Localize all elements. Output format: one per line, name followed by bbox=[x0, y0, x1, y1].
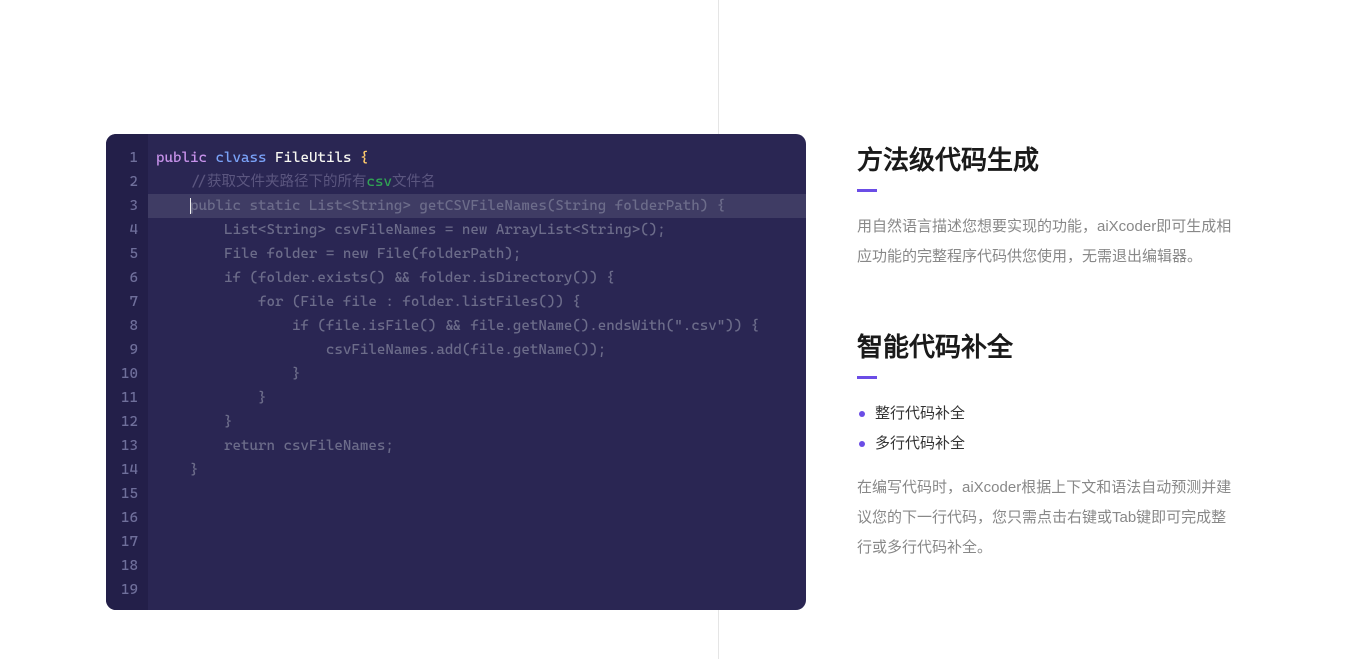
feature-bullets: 整行代码补全 多行代码补全 bbox=[857, 399, 1237, 459]
code-editor[interactable]: 12345678910111213141516171819 public clv… bbox=[106, 134, 806, 610]
title-underline bbox=[857, 189, 877, 192]
keyword-class: clvass bbox=[215, 150, 266, 166]
suggestion-text[interactable]: File folder = new File(folderPath); bbox=[156, 246, 521, 262]
code-line[interactable]: for (File file : folder.listFiles()) { bbox=[156, 290, 806, 314]
line-gutter: 12345678910111213141516171819 bbox=[106, 134, 148, 610]
suggestion-text[interactable]: } bbox=[156, 390, 266, 406]
line-number: 11 bbox=[106, 386, 148, 410]
line-number: 7 bbox=[106, 290, 148, 314]
feature-code-completion: 智能代码补全 整行代码补全 多行代码补全 在编写代码时，aiXcoder根据上下… bbox=[857, 327, 1237, 563]
suggestion-text[interactable]: if (folder.exists() && folder.isDirector… bbox=[156, 270, 615, 286]
line-number: 13 bbox=[106, 434, 148, 458]
suggestion-text[interactable]: for (File file : folder.listFiles()) { bbox=[156, 294, 581, 310]
line-number: 19 bbox=[106, 578, 148, 602]
suggestion-text[interactable]: } bbox=[156, 366, 300, 382]
keyword-public: public bbox=[156, 150, 207, 166]
code-line[interactable]: if (folder.exists() && folder.isDirector… bbox=[156, 266, 806, 290]
suggestion-text[interactable]: csvFileNames.add(file.getName()); bbox=[156, 342, 606, 358]
line-number: 6 bbox=[106, 266, 148, 290]
line-number: 1 bbox=[106, 146, 148, 170]
code-line[interactable]: List<String> csvFileNames = new ArrayLis… bbox=[156, 218, 806, 242]
feature-title: 智能代码补全 bbox=[857, 327, 1237, 364]
line-number: 15 bbox=[106, 482, 148, 506]
comment-highlight: csv bbox=[366, 174, 392, 190]
suggestion-text[interactable]: } bbox=[156, 414, 232, 430]
bullet-item: 整行代码补全 bbox=[857, 399, 1237, 429]
line-number: 14 bbox=[106, 458, 148, 482]
comment: 文件名 bbox=[392, 174, 436, 190]
line-number: 12 bbox=[106, 410, 148, 434]
bullet-item: 多行代码补全 bbox=[857, 429, 1237, 459]
feature-description: 用自然语言描述您想要实现的功能，aiXcoder即可生成相应功能的完整程序代码供… bbox=[857, 212, 1237, 272]
line-number: 5 bbox=[106, 242, 148, 266]
feature-description: 在编写代码时，aiXcoder根据上下文和语法自动预测并建议您的下一行代码，您只… bbox=[857, 473, 1237, 563]
code-line[interactable]: //获取文件夹路径下的所有csv文件名 bbox=[156, 170, 806, 194]
line-number: 16 bbox=[106, 506, 148, 530]
line-number: 3 bbox=[106, 194, 148, 218]
code-line[interactable]: } bbox=[156, 458, 806, 482]
line-number: 9 bbox=[106, 338, 148, 362]
comment: //获取文件夹路径下的所有 bbox=[190, 174, 367, 190]
code-line-active[interactable]: public static List<String> getCSVFileNam… bbox=[156, 194, 806, 218]
code-area[interactable]: public clvass FileUtils { //获取文件夹路径下的所有c… bbox=[148, 134, 806, 482]
suggestion-text[interactable]: return csvFileNames; bbox=[156, 438, 394, 454]
line-number: 2 bbox=[106, 170, 148, 194]
code-line[interactable]: public clvass FileUtils { bbox=[156, 146, 806, 170]
feature-title: 方法级代码生成 bbox=[857, 140, 1237, 177]
code-line[interactable]: if (file.isFile() && file.getName().ends… bbox=[156, 314, 806, 338]
code-line[interactable]: File folder = new File(folderPath); bbox=[156, 242, 806, 266]
line-number: 17 bbox=[106, 530, 148, 554]
features-panel: 方法级代码生成 用自然语言描述您想要实现的功能，aiXcoder即可生成相应功能… bbox=[857, 140, 1237, 618]
code-line[interactable]: csvFileNames.add(file.getName()); bbox=[156, 338, 806, 362]
code-line[interactable]: } bbox=[156, 410, 806, 434]
code-line[interactable]: return csvFileNames; bbox=[156, 434, 806, 458]
title-underline bbox=[857, 376, 877, 379]
code-line[interactable]: } bbox=[156, 386, 806, 410]
code-line[interactable]: } bbox=[156, 362, 806, 386]
line-number: 18 bbox=[106, 554, 148, 578]
suggestion-text[interactable]: } bbox=[156, 462, 198, 478]
line-number: 4 bbox=[106, 218, 148, 242]
line-number: 8 bbox=[106, 314, 148, 338]
class-name: FileUtils bbox=[275, 150, 351, 166]
suggestion-text[interactable]: List<String> csvFileNames = new ArrayLis… bbox=[156, 222, 666, 238]
suggestion-text[interactable]: if (file.isFile() && file.getName().ends… bbox=[156, 318, 759, 334]
feature-code-generation: 方法级代码生成 用自然语言描述您想要实现的功能，aiXcoder即可生成相应功能… bbox=[857, 140, 1237, 272]
brace: { bbox=[360, 150, 369, 166]
suggestion-text[interactable]: public static List<String> getCSVFileNam… bbox=[190, 198, 725, 214]
line-number: 10 bbox=[106, 362, 148, 386]
